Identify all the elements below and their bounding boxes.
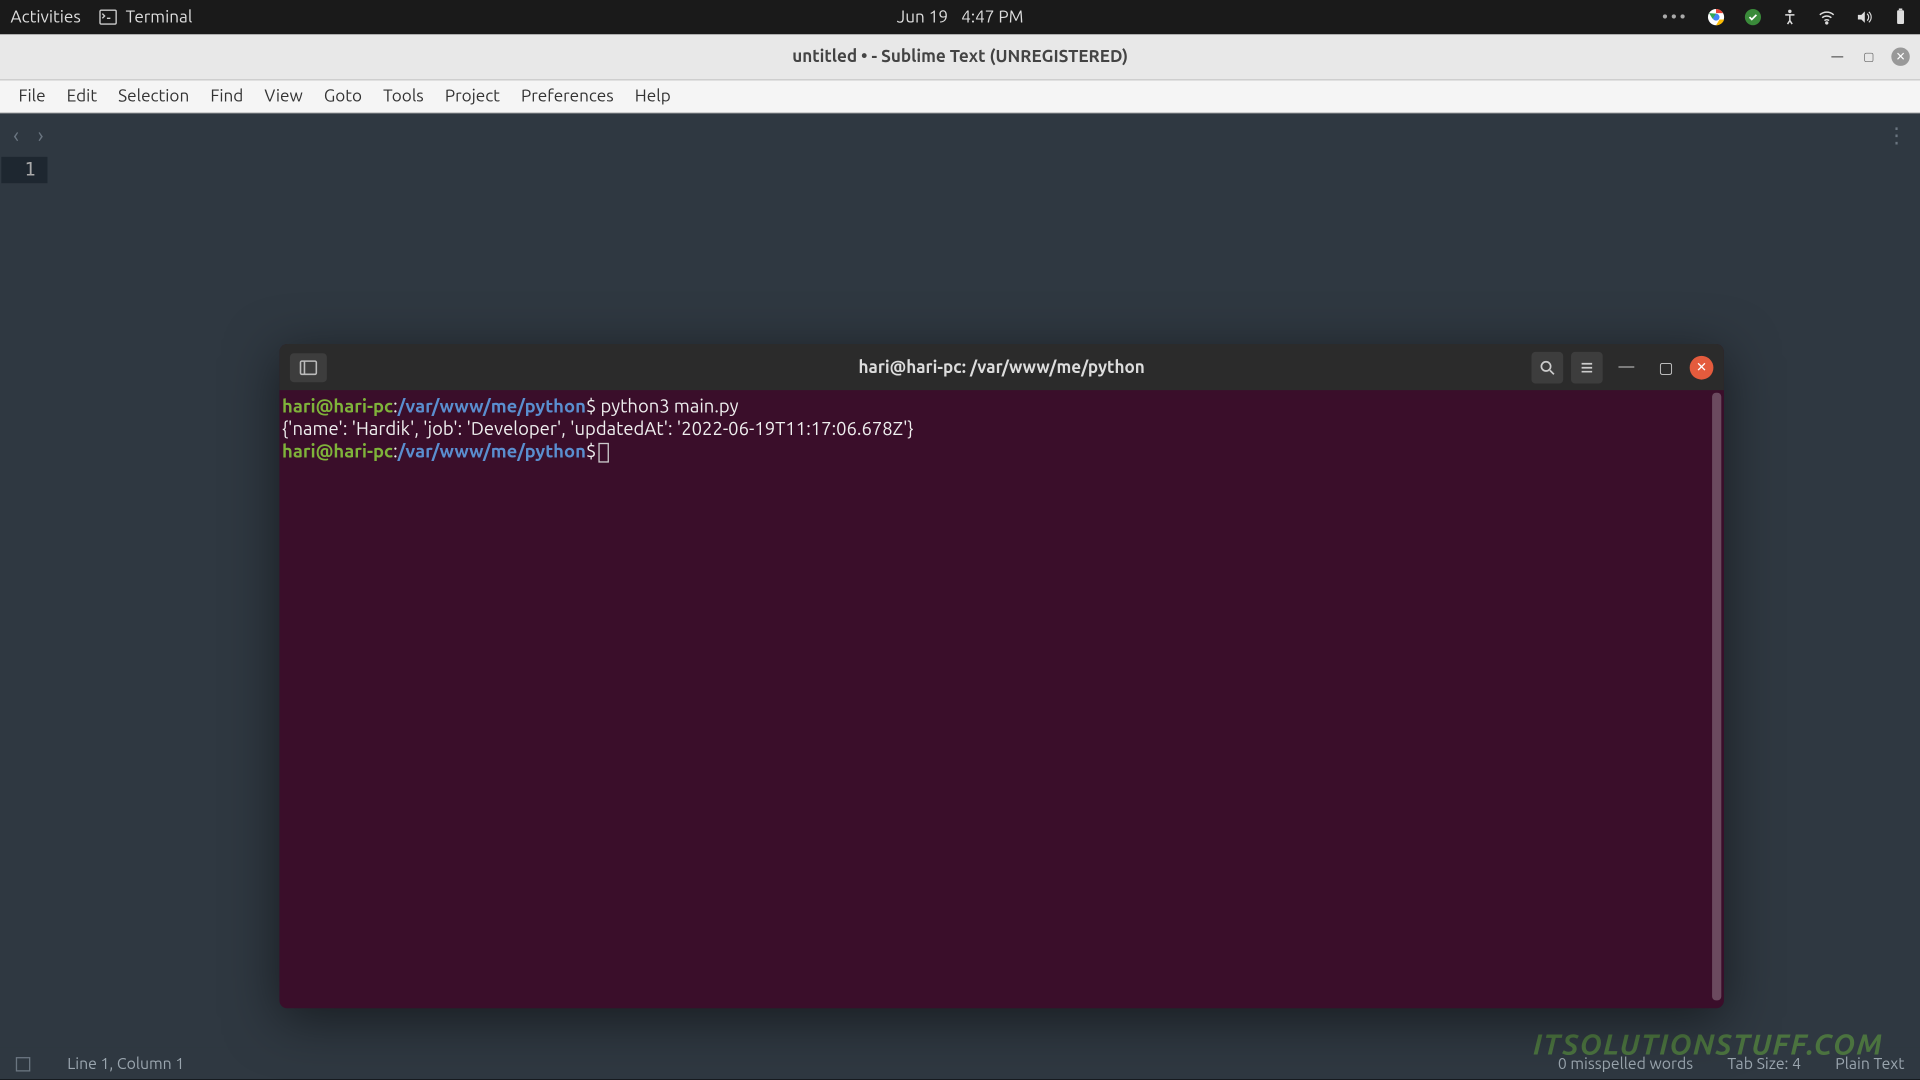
tab-size[interactable]: Tab Size: 4 — [1727, 1055, 1801, 1072]
cursor-position[interactable]: Line 1, Column 1 — [67, 1055, 184, 1072]
prompt-symbol: $ — [586, 395, 596, 416]
terminal-maximize-button[interactable]: ▢ — [1650, 351, 1682, 383]
new-tab-button[interactable] — [290, 353, 327, 382]
nav-back-icon[interactable]: ‹ — [13, 123, 19, 147]
menu-preferences[interactable]: Preferences — [510, 87, 624, 105]
panel-toggle-icon[interactable] — [16, 1056, 30, 1070]
menu-help[interactable]: Help — [624, 87, 681, 105]
command-text: python3 main.py — [596, 395, 738, 416]
sublime-titlebar: untitled • - Sublime Text (UNREGISTERED)… — [0, 34, 1920, 80]
prompt-path: /var/www/me/python — [398, 440, 586, 461]
syntax-mode[interactable]: Plain Text — [1835, 1055, 1904, 1072]
line-number: 1 — [1, 157, 48, 183]
spell-status[interactable]: 0 misspelled words — [1558, 1055, 1693, 1072]
maximize-button[interactable]: ▢ — [1860, 47, 1878, 65]
accessibility-icon[interactable] — [1781, 8, 1799, 26]
status-ok-icon[interactable] — [1744, 8, 1762, 26]
menu-find[interactable]: Find — [200, 87, 254, 105]
more-icon[interactable]: ••• — [1662, 8, 1688, 26]
window-title: untitled • - Sublime Text (UNREGISTERED) — [792, 47, 1128, 65]
prompt-user: hari@hari-pc — [282, 440, 393, 461]
menu-view[interactable]: View — [254, 87, 313, 105]
sublime-menubar: File Edit Selection Find View Goto Tools… — [0, 80, 1920, 113]
terminal-minimize-button[interactable]: — — [1611, 351, 1643, 383]
terminal-titlebar[interactable]: hari@hari-pc: /var/www/me/python — ▢ ✕ — [279, 344, 1724, 390]
terminal-title: hari@hari-pc: /var/www/me/python — [859, 358, 1145, 376]
activities-button[interactable]: Activities — [11, 8, 81, 26]
menu-project[interactable]: Project — [434, 87, 510, 105]
sublime-statusbar: Line 1, Column 1 0 misspelled words Tab … — [0, 1048, 1920, 1080]
nav-forward-icon[interactable]: › — [38, 123, 44, 147]
sublime-editor[interactable]: ‹ › ⋮ 1 Line 1, Column 1 0 misspelled wo… — [0, 113, 1920, 1079]
more-options-icon[interactable]: ⋮ — [1886, 123, 1907, 148]
menu-button[interactable] — [1571, 351, 1603, 383]
prompt-user: hari@hari-pc — [282, 395, 393, 416]
chrome-icon[interactable] — [1707, 8, 1725, 26]
terminal-body[interactable]: hari@hari-pc:/var/www/me/python$ python3… — [279, 390, 1724, 1008]
menu-tools[interactable]: Tools — [373, 87, 435, 105]
menu-file[interactable]: File — [8, 87, 56, 105]
hamburger-icon — [1579, 359, 1595, 375]
menu-goto[interactable]: Goto — [313, 87, 372, 105]
wifi-icon[interactable] — [1818, 8, 1836, 26]
menu-selection[interactable]: Selection — [108, 87, 200, 105]
prompt-symbol: $ — [586, 440, 596, 461]
tab-bar: ‹ › ⋮ — [0, 113, 1920, 156]
line-gutter: 1 — [0, 157, 74, 183]
volume-icon[interactable] — [1854, 8, 1872, 26]
minimize-button[interactable]: — — [1828, 47, 1846, 65]
clock-date[interactable]: Jun 19 — [897, 8, 948, 26]
new-tab-icon — [299, 359, 317, 375]
search-button[interactable] — [1532, 351, 1564, 383]
terminal-close-button[interactable]: ✕ — [1690, 355, 1714, 379]
terminal-icon — [99, 8, 117, 26]
terminal-window: hari@hari-pc: /var/www/me/python — ▢ ✕ h… — [279, 344, 1724, 1008]
cursor — [599, 443, 610, 463]
terminal-indicator[interactable]: Terminal — [99, 8, 192, 26]
gnome-top-bar: Activities Terminal Jun 19 4:47 PM ••• — [0, 0, 1920, 34]
close-button[interactable]: ✕ — [1891, 47, 1909, 65]
search-icon — [1539, 359, 1555, 375]
terminal-scrollbar[interactable] — [1712, 393, 1721, 1001]
output-text: {'name': 'Hardik', 'job': 'Developer', '… — [282, 418, 914, 439]
prompt-path: /var/www/me/python — [398, 395, 586, 416]
menu-edit[interactable]: Edit — [56, 87, 107, 105]
terminal-label: Terminal — [126, 8, 193, 26]
clock-time[interactable]: 4:47 PM — [961, 8, 1023, 26]
battery-icon[interactable] — [1891, 8, 1909, 26]
